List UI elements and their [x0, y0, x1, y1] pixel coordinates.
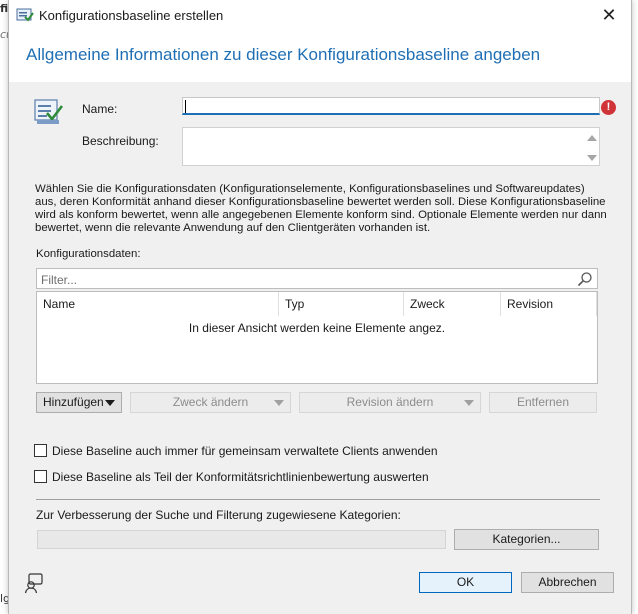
column-header-revision[interactable]: Revision	[501, 292, 597, 316]
compliance-checkbox[interactable]	[34, 470, 47, 483]
text-caret	[185, 100, 186, 113]
config-data-list[interactable]: Name Typ Zweck Revision In dieser Ansich…	[36, 291, 598, 384]
categories-label: Zur Verbesserung der Suche und Filterung…	[36, 508, 401, 522]
cancel-button[interactable]: Abbrechen	[521, 572, 614, 593]
column-header-purpose[interactable]: Zweck	[404, 292, 501, 316]
title-bar[interactable]: Konfigurationsbaseline erstellen ✕	[9, 0, 631, 32]
filter-input[interactable]	[39, 270, 573, 289]
cogenerated-checkbox[interactable]	[34, 444, 47, 457]
change-purpose-button[interactable]: Zweck ändern	[130, 392, 291, 413]
filter-box[interactable]	[36, 268, 598, 289]
dropdown-arrow-icon	[105, 400, 115, 406]
config-data-label: Konfigurationsdaten:	[36, 248, 141, 260]
ok-button[interactable]: OK	[419, 572, 512, 593]
search-icon[interactable]	[577, 271, 593, 287]
change-revision-button[interactable]: Revision ändern	[299, 392, 481, 413]
dropdown-arrow-icon	[274, 400, 284, 406]
cancel-button-label: Abbrechen	[538, 575, 597, 589]
name-input[interactable]	[182, 97, 600, 115]
dropdown-arrow-icon	[464, 400, 474, 406]
ok-button-label: OK	[456, 575, 475, 589]
scroll-down-icon[interactable]	[587, 155, 597, 161]
categories-button-label: Kategorien...	[492, 532, 561, 546]
create-baseline-dialog: Konfigurationsbaseline erstellen ✕ Allge…	[8, 0, 632, 614]
cogenerated-checkbox-label[interactable]: Diese Baseline auch immer für gemeinsam …	[52, 444, 438, 458]
close-icon: ✕	[601, 5, 617, 25]
compliance-checkbox-label[interactable]: Diese Baseline als Teil der Konformitäts…	[52, 470, 429, 484]
info-text: Wählen Sie die Konfigurationsdaten (Konf…	[35, 183, 607, 234]
change-purpose-label: Zweck ändern	[172, 395, 249, 409]
dialog-title: Konfigurationsbaseline erstellen	[39, 8, 224, 23]
add-button-label: Hinzufügen	[43, 395, 104, 409]
add-dropdown-button[interactable]: Hinzufügen	[36, 392, 122, 413]
remove-button[interactable]: Entfernen	[489, 392, 597, 413]
remove-button-label: Entfernen	[516, 395, 570, 409]
config-baseline-icon	[16, 8, 34, 22]
column-header-name[interactable]: Name	[37, 292, 279, 316]
description-textarea[interactable]	[182, 127, 600, 166]
scroll-up-icon[interactable]	[587, 135, 597, 141]
name-label: Name:	[82, 102, 118, 116]
header-banner: Allgemeine Informationen zu dieser Konfi…	[9, 32, 631, 82]
categories-field	[37, 530, 446, 549]
description-scrollbar[interactable]	[587, 131, 597, 164]
change-revision-label: Revision ändern	[346, 395, 434, 409]
feedback-icon[interactable]	[23, 572, 45, 594]
column-header-type[interactable]: Typ	[279, 292, 404, 316]
close-button[interactable]: ✕	[587, 0, 631, 32]
description-label: Beschreibung:	[82, 134, 159, 148]
categories-button[interactable]: Kategorien...	[454, 529, 599, 550]
config-baseline-icon	[34, 99, 64, 124]
page-heading: Allgemeine Informationen zu dieser Konfi…	[26, 45, 541, 64]
background-fragment: fi	[0, 2, 9, 15]
error-icon: !	[601, 100, 616, 115]
empty-list-message: In dieser Ansicht werden keine Elemente …	[188, 321, 446, 335]
section-divider	[36, 499, 600, 500]
